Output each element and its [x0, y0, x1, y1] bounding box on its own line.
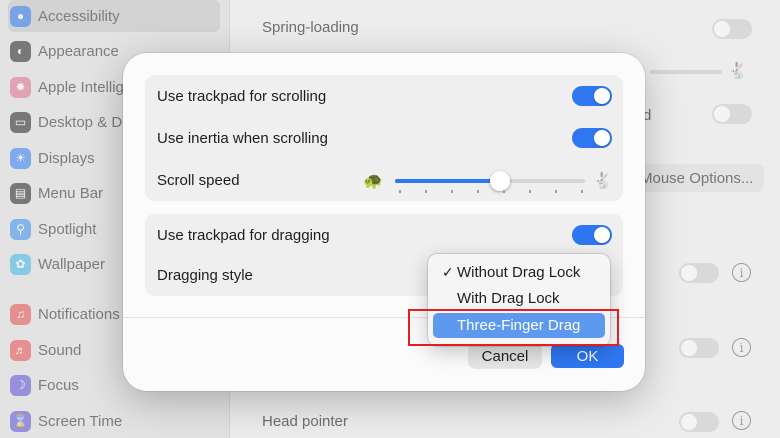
- menu-item-with-drag-lock[interactable]: With Drag Lock: [433, 286, 605, 311]
- slider-tick: [451, 190, 453, 193]
- turtle-icon: 🐢: [363, 173, 383, 190]
- spotlight-icon: ⚲: [10, 218, 31, 240]
- use-inertia-label: Use inertia when scrolling: [157, 129, 328, 147]
- use-trackpad-scrolling-row: Use trackpad for scrolling: [145, 75, 623, 117]
- desktop-dock-icon: ▭: [10, 111, 31, 133]
- use-trackpad-dragging-toggle[interactable]: [572, 225, 612, 245]
- slider-tick: [477, 190, 479, 193]
- menu-bar-icon: ▤: [10, 182, 31, 204]
- use-trackpad-scrolling-label: Use trackpad for scrolling: [157, 87, 327, 105]
- info-icon[interactable]: i: [732, 263, 751, 282]
- background-toggle[interactable]: [679, 338, 719, 358]
- rabbit-icon: 🐇: [593, 173, 613, 190]
- notifications-icon: ♫: [10, 303, 31, 325]
- sidebar-item-label: Wallpaper: [38, 255, 105, 273]
- sidebar-item-label: Focus: [38, 376, 79, 394]
- use-inertia-toggle[interactable]: [572, 128, 612, 148]
- scrolling-group: Use trackpad for scrolling Use inertia w…: [145, 75, 623, 201]
- focus-icon: ☽: [10, 374, 31, 396]
- sidebar-item-label: Displays: [38, 149, 95, 167]
- scroll-speed-slider[interactable]: [395, 171, 585, 193]
- head-pointer-label: Head pointer: [262, 413, 348, 430]
- ok-button[interactable]: OK: [551, 344, 624, 368]
- info-icon[interactable]: i: [732, 411, 751, 430]
- mouse-options-button[interactable]: Mouse Options...: [630, 164, 764, 192]
- background-toggle[interactable]: [679, 263, 719, 283]
- sidebar-item-label: Screen Time: [38, 412, 123, 430]
- highlight-annotation-box: [408, 309, 619, 346]
- appearance-icon: ◐: [10, 40, 31, 62]
- slider-tick: [399, 190, 401, 193]
- info-icon[interactable]: i: [732, 338, 751, 357]
- slider-tick: [529, 190, 531, 193]
- apple-intelligence-icon: ✸: [10, 76, 31, 98]
- sidebar-item-screen-time[interactable]: ⌛ Screen Time: [8, 405, 220, 437]
- use-inertia-row: Use inertia when scrolling: [145, 117, 623, 159]
- spring-loading-label: Spring-loading: [262, 19, 359, 36]
- head-pointer-toggle[interactable]: [679, 412, 719, 432]
- sidebar-item-label: Accessibility: [38, 7, 120, 25]
- cancel-button[interactable]: Cancel: [469, 344, 541, 368]
- slider-tick: [503, 190, 505, 193]
- screen-time-icon: ⌛: [10, 410, 31, 432]
- use-trackpad-scrolling-toggle[interactable]: [572, 86, 612, 106]
- sidebar-item-label: Sound: [38, 341, 82, 359]
- displays-icon: ☀: [10, 147, 31, 169]
- sidebar-item-label: Appearance: [38, 42, 119, 60]
- scroll-speed-knob[interactable]: [489, 171, 510, 191]
- slider-tick: [581, 190, 583, 193]
- sidebar-item-label: Menu Bar: [38, 184, 104, 202]
- scroll-speed-slider-group: 🐢 🐇: [358, 159, 620, 201]
- scroll-speed-row: Scroll speed 🐢 🐇: [145, 159, 623, 201]
- accessibility-icon: ●: [10, 5, 31, 27]
- scroll-speed-fill: [395, 179, 500, 183]
- checkmark-icon: ✓: [442, 264, 454, 280]
- use-trackpad-dragging-row: Use trackpad for dragging: [145, 214, 623, 256]
- rabbit-icon: 🐇: [728, 63, 748, 80]
- spring-loading-toggle[interactable]: [712, 19, 752, 39]
- use-trackpad-dragging-label: Use trackpad for dragging: [157, 226, 330, 244]
- wallpaper-icon: ✿: [10, 253, 31, 275]
- sidebar-item-accessibility[interactable]: ● Accessibility: [8, 0, 220, 32]
- slider-tick: [555, 190, 557, 193]
- sidebar-item-label: Apple Intellig: [38, 78, 124, 96]
- menu-item-label: Without Drag Lock: [457, 264, 581, 281]
- dragging-style-label: Dragging style: [157, 266, 253, 284]
- sidebar-item-label: Desktop & Do: [38, 113, 131, 131]
- scroll-speed-label: Scroll speed: [157, 171, 240, 189]
- sidebar-item-label: Notifications: [38, 305, 120, 323]
- sidebar-item-label: Spotlight: [38, 220, 97, 238]
- menu-item-label: With Drag Lock: [457, 290, 560, 307]
- background-toggle[interactable]: [712, 104, 752, 124]
- menu-item-without-drag-lock[interactable]: ✓ Without Drag Lock: [433, 260, 605, 285]
- slider-tick: [425, 190, 427, 193]
- sound-icon: ♬: [10, 339, 31, 361]
- spring-loading-speed-slider[interactable]: [650, 70, 722, 74]
